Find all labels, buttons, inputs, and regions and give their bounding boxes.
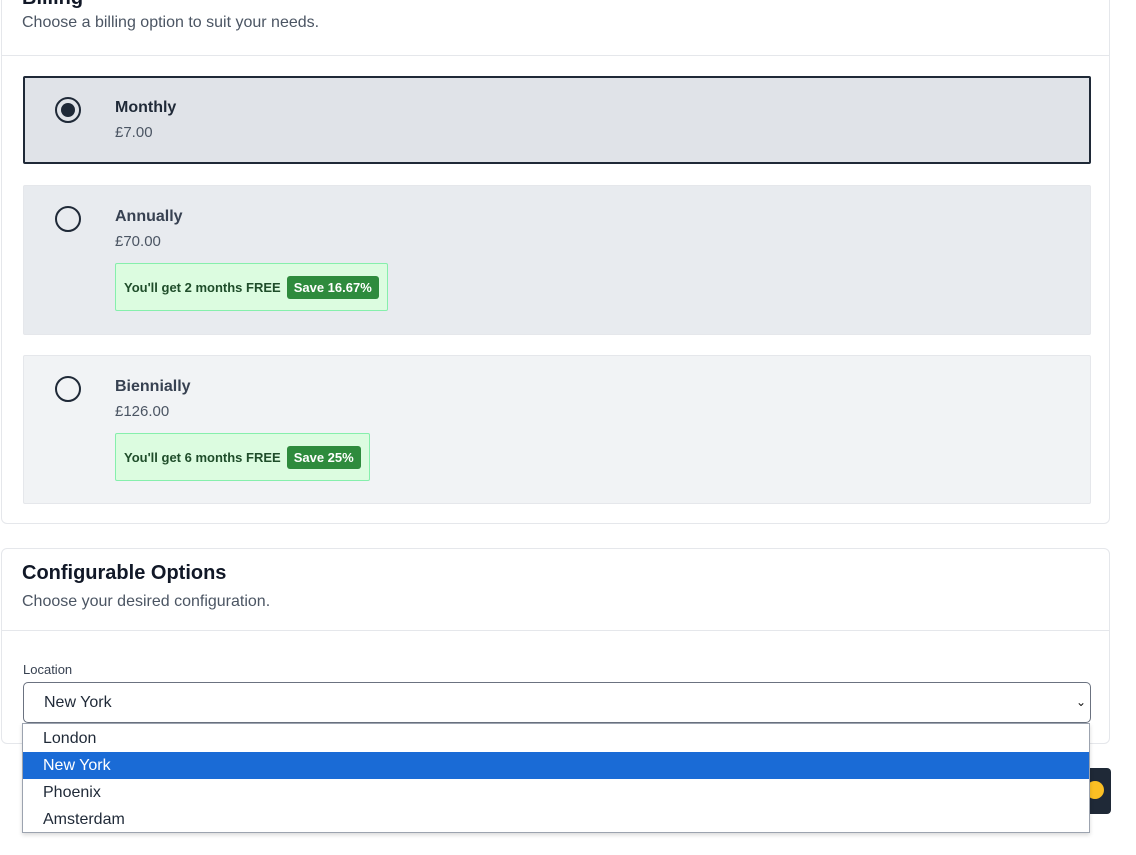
location-select-value: New York: [44, 694, 112, 711]
config-title: Configurable Options: [22, 562, 227, 584]
dropdown-option-phoenix[interactable]: Phoenix: [23, 779, 1089, 806]
save-badge: Save 25%: [286, 445, 361, 469]
billing-card: Billing Choose a billing option to suit …: [1, 0, 1110, 524]
location-label: Location: [23, 662, 73, 677]
billing-header: Billing Choose a billing option to suit …: [22, 0, 319, 32]
billing-option-price: £126.00: [115, 403, 170, 420]
promo-text: You'll get 2 months FREE: [124, 279, 281, 295]
billing-subtitle: Choose a billing option to suit your nee…: [22, 14, 320, 31]
location-dropdown: London New York Phoenix Amsterdam: [22, 723, 1090, 833]
billing-option-name: Biennially: [115, 378, 191, 395]
dropdown-option-amsterdam[interactable]: Amsterdam: [23, 806, 1089, 833]
promo-box: You'll get 6 months FREE Save 25%: [115, 433, 370, 481]
radio-biennially[interactable]: [55, 376, 81, 402]
config-subtitle: Choose your desired configuration.: [22, 593, 271, 610]
radio-monthly[interactable]: [55, 97, 81, 123]
billing-option-price: £7.00: [115, 124, 153, 141]
dropdown-option-london[interactable]: London: [23, 725, 1089, 752]
billing-option-biennially[interactable]: Biennially £126.00 You'll get 6 months F…: [23, 355, 1091, 504]
promo-box: You'll get 2 months FREE Save 16.67%: [115, 263, 388, 311]
config-divider: [2, 630, 1109, 631]
billing-divider: [2, 55, 1109, 56]
billing-title: Billing: [22, 0, 319, 10]
radio-dot: [61, 103, 75, 117]
chevron-down-icon: ⌄: [1075, 695, 1086, 709]
billing-option-annually[interactable]: Annually £70.00 You'll get 2 months FREE…: [23, 185, 1091, 335]
location-select[interactable]: New York ⌄: [23, 682, 1091, 723]
radio-annually[interactable]: [55, 206, 81, 232]
promo-text: You'll get 6 months FREE: [124, 449, 281, 465]
save-badge: Save 16.67%: [286, 275, 379, 299]
billing-option-price: £70.00: [115, 233, 161, 250]
dropdown-option-new-york[interactable]: New York: [23, 752, 1089, 779]
config-header: Configurable Options Choose your desired…: [22, 562, 270, 611]
billing-option-name: Monthly: [115, 99, 177, 116]
billing-option-name: Annually: [115, 208, 183, 225]
config-card: Configurable Options Choose your desired…: [1, 548, 1110, 744]
billing-option-monthly[interactable]: Monthly £7.00: [23, 76, 1091, 164]
